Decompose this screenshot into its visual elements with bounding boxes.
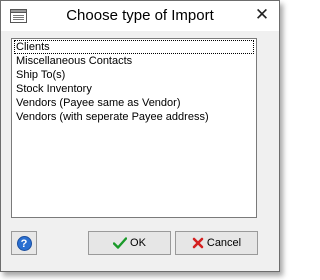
list-item[interactable]: Miscellaneous Contacts (14, 54, 254, 68)
cancel-label: Cancel (206, 237, 242, 249)
help-question-icon: ? (16, 235, 32, 251)
import-dialog: Choose type of Import ✕ Clients Miscella… (0, 0, 280, 272)
list-item[interactable]: Clients (14, 40, 254, 54)
list-item[interactable]: Vendors (Payee same as Vendor) (14, 96, 254, 110)
cancel-button[interactable]: Cancel (175, 231, 258, 255)
close-icon[interactable]: ✕ (254, 6, 270, 23)
import-type-list[interactable]: Clients Miscellaneous Contacts Ship To(s… (11, 38, 257, 218)
title-bar: Choose type of Import ✕ (1, 1, 279, 31)
ok-label: OK (130, 237, 146, 249)
dialog-title: Choose type of Import (66, 7, 214, 24)
list-item[interactable]: Ship To(s) (14, 68, 254, 82)
list-item[interactable]: Vendors (with seperate Payee address) (14, 110, 254, 124)
help-button[interactable]: ? (11, 231, 37, 255)
list-item[interactable]: Stock Inventory (14, 82, 254, 96)
checkmark-icon (113, 237, 128, 249)
ok-button[interactable]: OK (88, 231, 171, 255)
x-cross-icon (192, 237, 204, 249)
